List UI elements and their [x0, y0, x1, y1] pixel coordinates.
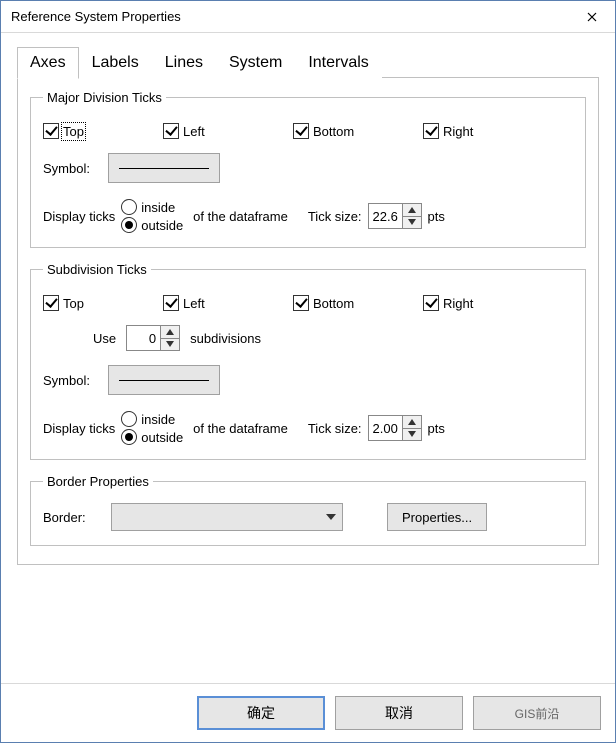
radio-major-inside[interactable]: [121, 199, 137, 215]
close-button[interactable]: [569, 1, 615, 33]
label-sub-symbol: Symbol:: [43, 373, 90, 388]
radio-major-outside[interactable]: [121, 217, 137, 233]
legend-border: Border Properties: [43, 474, 153, 489]
label-border: Border:: [43, 510, 99, 525]
check-major-right[interactable]: [423, 123, 439, 139]
chevron-down-icon: [326, 514, 336, 520]
dialog-window: Reference System Properties Axes Labels …: [0, 0, 616, 743]
label-major-inside: inside: [141, 200, 175, 215]
tab-axes[interactable]: Axes: [17, 47, 79, 79]
major-symbol-preview[interactable]: [108, 153, 220, 183]
dialog-footer: 确定 取消 GIS前沿: [1, 683, 615, 742]
check-major-bottom[interactable]: [293, 123, 309, 139]
check-sub-right[interactable]: [423, 295, 439, 311]
spin-down[interactable]: [403, 429, 421, 441]
legend-major: Major Division Ticks: [43, 90, 166, 105]
spin-down[interactable]: [403, 217, 421, 229]
label-major-tick-size: Tick size:: [308, 209, 362, 224]
spinner-major-tick-size[interactable]: 22.6: [368, 203, 422, 229]
line-preview-icon: [119, 168, 209, 169]
spinner-sub-tick-size[interactable]: 2.00: [368, 415, 422, 441]
label-sub-bottom: Bottom: [313, 296, 354, 311]
label-major-display-ticks: Display ticks: [43, 209, 115, 224]
group-subdivision-ticks: Subdivision Ticks Top Left Bottom: [30, 262, 586, 460]
border-properties-button[interactable]: Properties...: [387, 503, 487, 531]
label-major-outside: outside: [141, 218, 183, 233]
label-subdivisions: subdivisions: [190, 331, 261, 346]
spin-up[interactable]: [403, 416, 421, 429]
label-sub-use: Use: [93, 331, 116, 346]
value-major-tick-size[interactable]: 22.6: [369, 204, 403, 228]
check-sub-bottom[interactable]: [293, 295, 309, 311]
spin-up[interactable]: [161, 326, 179, 339]
spin-up[interactable]: [403, 204, 421, 217]
ok-button[interactable]: 确定: [197, 696, 325, 730]
tabstrip: Axes Labels Lines System Intervals: [17, 47, 599, 78]
spinner-subdivisions[interactable]: 0: [126, 325, 180, 351]
group-major-ticks: Major Division Ticks Top Left Bottom: [30, 90, 586, 248]
check-major-left[interactable]: [163, 123, 179, 139]
combo-border[interactable]: [111, 503, 343, 531]
window-title: Reference System Properties: [11, 9, 569, 24]
check-sub-top[interactable]: [43, 295, 59, 311]
check-major-top[interactable]: [43, 123, 59, 139]
label-major-of-frame: of the dataframe: [193, 209, 288, 224]
line-preview-icon: [119, 380, 209, 381]
apply-button[interactable]: GIS前沿: [473, 696, 601, 730]
label-sub-top: Top: [63, 296, 84, 311]
label-sub-left: Left: [183, 296, 205, 311]
legend-sub: Subdivision Ticks: [43, 262, 151, 277]
tab-labels[interactable]: Labels: [79, 47, 152, 78]
label-major-bottom: Bottom: [313, 124, 354, 139]
tab-intervals[interactable]: Intervals: [295, 47, 381, 78]
label-major-top: Top: [63, 124, 84, 139]
value-subdivisions[interactable]: 0: [127, 326, 161, 350]
cancel-button[interactable]: 取消: [335, 696, 463, 730]
tab-lines[interactable]: Lines: [152, 47, 216, 78]
label-major-pts: pts: [428, 209, 445, 224]
label-major-left: Left: [183, 124, 205, 139]
radio-sub-outside[interactable]: [121, 429, 137, 445]
spin-down[interactable]: [161, 339, 179, 351]
value-sub-tick-size[interactable]: 2.00: [369, 416, 403, 440]
label-sub-right: Right: [443, 296, 473, 311]
close-icon: [587, 12, 597, 22]
titlebar: Reference System Properties: [1, 1, 615, 33]
sub-symbol-preview[interactable]: [108, 365, 220, 395]
label-sub-inside: inside: [141, 412, 175, 427]
check-sub-left[interactable]: [163, 295, 179, 311]
label-sub-tick-size: Tick size:: [308, 421, 362, 436]
label-sub-of-frame: of the dataframe: [193, 421, 288, 436]
label-sub-outside: outside: [141, 430, 183, 445]
label-major-symbol: Symbol:: [43, 161, 90, 176]
tabpanel-axes: Major Division Ticks Top Left Bottom: [17, 77, 599, 565]
label-sub-display-ticks: Display ticks: [43, 421, 115, 436]
label-major-right: Right: [443, 124, 473, 139]
label-sub-pts: pts: [428, 421, 445, 436]
tab-system[interactable]: System: [216, 47, 295, 78]
group-border-properties: Border Properties Border: Properties...: [30, 474, 586, 546]
radio-sub-inside[interactable]: [121, 411, 137, 427]
